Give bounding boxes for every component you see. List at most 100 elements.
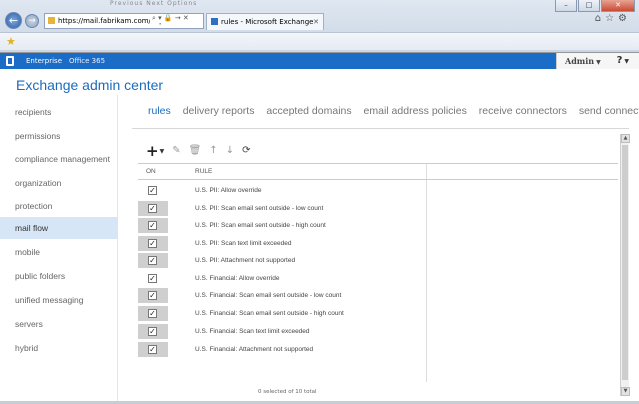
sidebar-item-organization[interactable]: organization (0, 172, 118, 194)
rule-toggle-cell: ✓ (138, 236, 168, 251)
rule-enabled-checkbox[interactable]: ✓ (148, 345, 157, 354)
tab-accepted-domains[interactable]: accepted domains (266, 105, 351, 117)
rule-toggle-cell: ✓ (138, 324, 168, 339)
selection-count: 0 selected of 10 total (258, 389, 317, 395)
move-up-icon[interactable]: ↑ (209, 144, 217, 158)
sidebar-item-hybrid[interactable]: hybrid (0, 337, 118, 359)
table-row[interactable]: ✓ U.S. PII: Allow override (138, 183, 426, 198)
address-tools[interactable]: ⌕ ▾ 🔒 → ✕ (150, 14, 191, 23)
address-text: https://mail.fabrikam.com/ecp (58, 17, 164, 25)
tab-send-connectors[interactable]: send connectors (579, 105, 639, 117)
office-logo-icon[interactable] (6, 56, 14, 66)
browser-toolbar-icons: ⌂☆⚙ (595, 13, 631, 24)
chevron-down-icon: ▼ (596, 59, 601, 66)
rule-enabled-checkbox[interactable]: ✓ (148, 239, 157, 248)
rule-enabled-checkbox[interactable]: ✓ (148, 291, 157, 300)
rule-toggle-cell: ✓ (138, 183, 168, 198)
help-icon: ? (616, 55, 623, 66)
table-row[interactable]: ✓ U.S. PII: Attachment not supported (138, 253, 426, 268)
rule-name: U.S. Financial: Attachment not supported (195, 346, 314, 353)
sidebar-item-servers[interactable]: servers (0, 313, 118, 335)
rules-grid: ON RULE ✓ U.S. PII: Allow override ✓ U.S. P… (138, 163, 618, 400)
rule-toggle-cell: ✓ (138, 218, 168, 233)
delete-icon[interactable]: 🗑 (189, 144, 202, 158)
minimize-button[interactable]: – (555, 0, 577, 12)
favorites-bar: ★ (0, 32, 639, 50)
app-title: Exchange admin center (16, 77, 164, 93)
edit-icon[interactable]: ✎ (172, 144, 180, 158)
refresh-icon[interactable]: ⟳ (242, 144, 250, 158)
window-controls: – □ ✕ (555, 0, 635, 12)
tab-rules[interactable]: rules (148, 105, 171, 117)
rule-name: U.S. PII: Scan text limit exceeded (195, 240, 292, 247)
browser-tab[interactable]: rules - Microsoft Exchange ✕ (206, 13, 324, 30)
sidebar-item-compliance-management[interactable]: compliance management (0, 148, 118, 170)
table-row[interactable]: ✓ U.S. Financial: Scan email sent outside… (138, 306, 426, 321)
tab-close-icon[interactable]: ✕ (313, 14, 319, 30)
rule-enabled-checkbox[interactable]: ✓ (148, 327, 157, 336)
rule-enabled-checkbox[interactable]: ✓ (148, 204, 157, 213)
sidebar-item-recipients[interactable]: recipients (0, 101, 118, 123)
tab-email-address-policies[interactable]: email address policies (364, 105, 467, 117)
rule-enabled-checkbox[interactable]: ✓ (148, 256, 157, 265)
rule-name: U.S. Financial: Scan email sent outside … (195, 310, 344, 317)
sidebar: recipients permissions compliance manage… (0, 95, 118, 402)
header-divider (138, 179, 618, 180)
tab-receive-connectors[interactable]: receive connectors (479, 105, 567, 117)
rule-enabled-checkbox[interactable]: ✓ (148, 221, 157, 230)
page: Enterprise Office 365 Admin ▼ ? ▼ Exchange… (0, 52, 639, 402)
rule-name: U.S. PII: Attachment not supported (195, 257, 296, 264)
scroll-down-icon[interactable]: ▼ (621, 387, 630, 396)
home-icon[interactable]: ⌂ (595, 13, 605, 24)
table-row[interactable]: ✓ U.S. Financial: Scan email sent outside… (138, 288, 426, 303)
table-row[interactable]: ✓ U.S. Financial: Attachment not supporte… (138, 342, 426, 357)
help-menu[interactable]: ? ▼ (617, 53, 629, 70)
chevron-down-icon[interactable]: ▼ (160, 148, 165, 155)
table-row[interactable]: ✓ U.S. Financial: Scan text limit exceede… (138, 324, 426, 339)
table-row[interactable]: ✓ U.S. Financial: Allow override (138, 271, 426, 286)
table-row[interactable]: ✓ U.S. PII: Scan email sent outside - hig… (138, 218, 426, 233)
vertical-scrollbar[interactable]: ▲ ▼ (620, 134, 630, 396)
nav-office365[interactable]: Office 365 (69, 53, 105, 69)
scroll-up-icon[interactable]: ▲ (621, 134, 630, 143)
close-window-button[interactable]: ✕ (601, 0, 635, 12)
user-menu[interactable]: Admin ▼ (565, 53, 601, 71)
chevron-down-icon: ▼ (624, 58, 629, 65)
rule-enabled-checkbox[interactable]: ✓ (148, 309, 157, 318)
column-header-on[interactable]: ON (146, 168, 156, 175)
site-favicon (48, 17, 55, 24)
sidebar-item-permissions[interactable]: permissions (0, 125, 118, 147)
move-down-icon[interactable]: ↓ (226, 144, 234, 158)
sidebar-item-protection[interactable]: protection (0, 195, 118, 217)
rule-name: U.S. Financial: Allow override (195, 275, 280, 282)
rule-toggle-cell: ✓ (138, 342, 168, 357)
mail-flow-tabs: rules delivery reports accepted domains … (148, 105, 639, 117)
rule-enabled-checkbox[interactable]: ✓ (148, 186, 157, 195)
rule-enabled-checkbox[interactable]: ✓ (148, 274, 157, 283)
column-header-rule[interactable]: RULE (195, 168, 212, 175)
rule-toggle-cell: ✓ (138, 306, 168, 321)
browser-menu-hint: Previous Next Options (110, 0, 198, 7)
rule-name: U.S. PII: Scan email sent outside - high… (195, 222, 326, 229)
forward-button[interactable]: → (25, 14, 39, 28)
rule-toggle-cell: ✓ (138, 288, 168, 303)
browser-chrome: Previous Next Options – □ ✕ ← → https://… (0, 0, 639, 52)
rule-toggle-cell: ✓ (138, 271, 168, 286)
scroll-thumb[interactable] (622, 145, 628, 380)
user-area: Admin ▼ ? ▼ (556, 53, 639, 69)
sidebar-item-public-folders[interactable]: public folders (0, 265, 118, 287)
tab-title: rules - Microsoft Exchange (221, 18, 314, 26)
favorites-star-icon[interactable]: ★ (6, 35, 16, 48)
tab-delivery-reports[interactable]: delivery reports (183, 105, 255, 117)
table-row[interactable]: ✓ U.S. PII: Scan email sent outside - low… (138, 201, 426, 216)
nav-enterprise[interactable]: Enterprise (26, 53, 62, 69)
gear-icon[interactable]: ⚙ (618, 13, 631, 24)
back-button[interactable]: ← (5, 12, 22, 29)
add-icon[interactable]: + (146, 144, 159, 159)
sidebar-item-mail-flow[interactable]: mail flow (0, 217, 118, 239)
star-icon[interactable]: ☆ (605, 13, 618, 24)
maximize-button[interactable]: □ (578, 0, 600, 12)
sidebar-item-mobile[interactable]: mobile (0, 241, 118, 263)
table-row[interactable]: ✓ U.S. PII: Scan text limit exceeded (138, 236, 426, 251)
sidebar-item-unified-messaging[interactable]: unified messaging (0, 289, 118, 311)
